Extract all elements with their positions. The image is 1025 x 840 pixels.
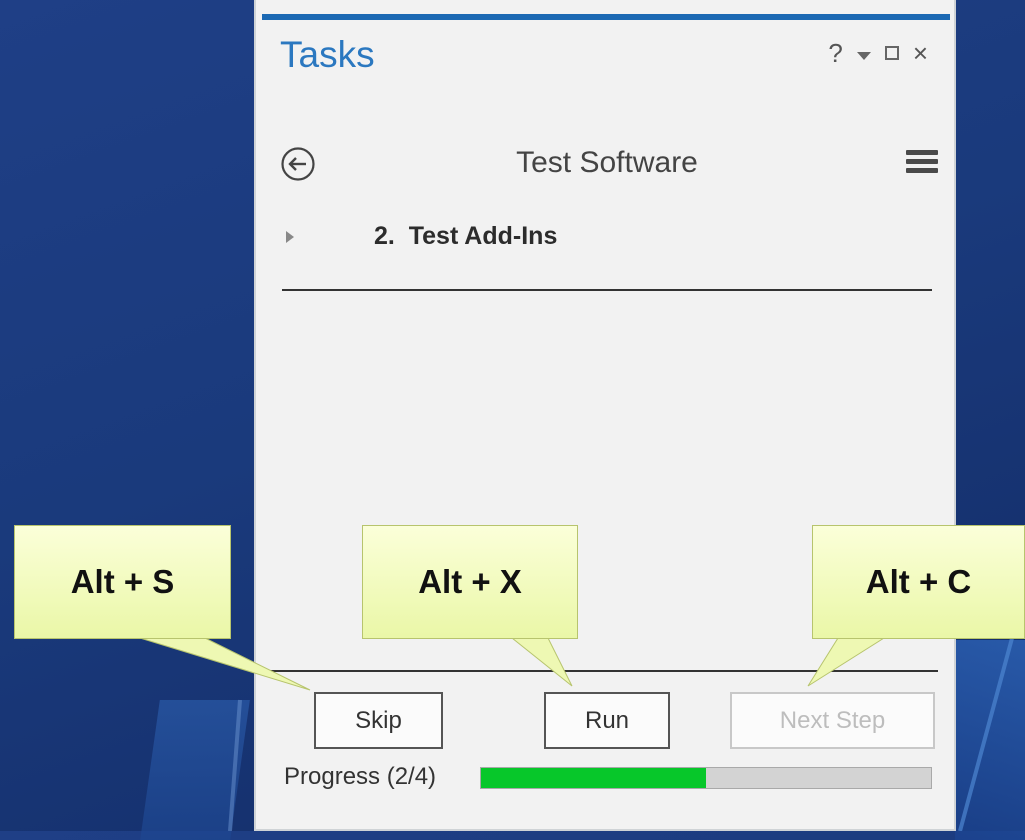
progress-fill xyxy=(481,768,706,788)
pane-title: Tasks xyxy=(280,34,375,75)
background-slab-right xyxy=(955,640,1025,840)
expand-triangle-icon[interactable] xyxy=(286,231,294,243)
close-icon[interactable]: × xyxy=(913,40,928,66)
shortcut-callout-next-step: Alt + C xyxy=(812,525,1025,639)
tasks-pane: Tasks ? × Test Software 2. Test Add-Ins … xyxy=(254,0,956,831)
progress-bar xyxy=(480,767,932,789)
skip-button[interactable]: Skip xyxy=(314,692,443,749)
question-icon[interactable]: ? xyxy=(828,40,842,66)
next-step-button[interactable]: Next Step xyxy=(730,692,935,749)
dropdown-icon[interactable] xyxy=(856,52,871,60)
maximize-icon[interactable] xyxy=(884,46,899,60)
footer-divider xyxy=(270,670,938,672)
step-divider xyxy=(282,289,932,291)
shortcut-callout-skip: Alt + S xyxy=(14,525,231,639)
run-button[interactable]: Run xyxy=(544,692,670,749)
progress-label: Progress (2/4) xyxy=(284,763,437,790)
task-title: Test Software xyxy=(516,146,698,179)
background-slab-left xyxy=(140,700,250,840)
pane-accent-bar xyxy=(262,14,950,20)
shortcut-callout-run: Alt + X xyxy=(362,525,578,639)
pane-window-controls: ? × xyxy=(828,40,928,66)
step-label[interactable]: 2. Test Add-Ins xyxy=(374,222,557,251)
hamburger-menu-icon[interactable] xyxy=(906,150,938,177)
